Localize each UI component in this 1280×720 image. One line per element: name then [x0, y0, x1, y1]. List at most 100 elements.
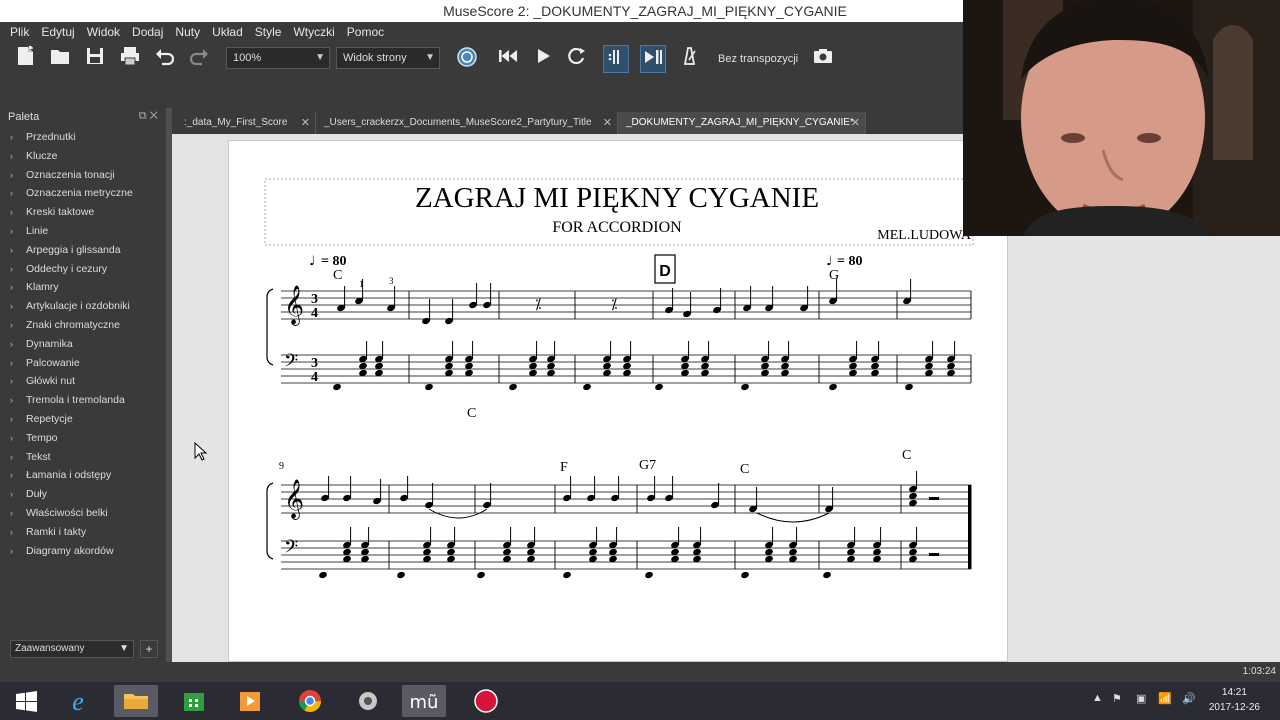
palette-item[interactable]: › Linie: [10, 222, 160, 241]
chord-symbol[interactable]: F: [560, 460, 568, 475]
chevron-right-icon: ›: [10, 132, 13, 142]
tray-expand-icon[interactable]: ▲: [1092, 692, 1103, 704]
score-page[interactable]: ZAGRAJ MI PIĘKNY CYGANIE FOR ACCORDION M…: [228, 140, 1008, 662]
menu-style[interactable]: Style: [249, 25, 288, 39]
windows-start-icon[interactable]: [4, 685, 48, 717]
chord-symbol[interactable]: C: [740, 462, 749, 477]
undo-icon[interactable]: [152, 45, 178, 73]
open-file-icon[interactable]: [47, 45, 73, 73]
transpose-label[interactable]: Bez transpozycji: [718, 53, 798, 65]
print-icon[interactable]: [117, 45, 143, 73]
midi-input-icon[interactable]: [454, 45, 480, 73]
score-subtitle[interactable]: FOR ACCORDION: [552, 219, 682, 236]
palette-item[interactable]: › Przednutki: [10, 128, 160, 147]
redo-icon[interactable]: [186, 45, 212, 73]
palette-item[interactable]: › Repetycje: [10, 410, 160, 429]
palette-item[interactable]: › Tremola i tremolanda: [10, 391, 160, 410]
chord-symbol[interactable]: C: [333, 268, 342, 283]
chevron-right-icon: ›: [10, 244, 13, 255]
palette-item[interactable]: › Oddechy i cezury: [10, 260, 160, 279]
rewind-icon[interactable]: [495, 45, 521, 73]
new-file-icon[interactable]: [12, 45, 38, 73]
palette-item[interactable]: › Ramki i takty: [10, 523, 160, 542]
palette-window-icons[interactable]: ⧉ ✕: [139, 110, 158, 123]
palette-item[interactable]: › Właściwości belki: [10, 504, 160, 523]
fingering[interactable]: 3: [389, 276, 394, 286]
score-composer[interactable]: MEL.LUDOWA: [877, 228, 972, 243]
chrome-icon[interactable]: [288, 685, 332, 717]
tempo-marking[interactable]: = 80: [837, 254, 862, 269]
treble-staff[interactable]: 𝄞 34⁒ ⁒: [266, 279, 972, 366]
palette-item[interactable]: › Tempo: [10, 429, 160, 448]
notehead: [509, 383, 517, 391]
menu-pomoc[interactable]: Pomoc: [341, 25, 390, 39]
close-icon[interactable]: ✕: [301, 112, 310, 134]
save-icon[interactable]: [82, 45, 108, 73]
taskbar-clock[interactable]: 14:21 2017-12-26: [1209, 685, 1260, 715]
palette-list: › Przednutki › Klucze › Oznaczenia tonacji › Oz…: [10, 128, 160, 560]
chevron-right-icon: ›: [10, 432, 13, 443]
palette-item[interactable]: › Duły: [10, 485, 160, 504]
loop-icon[interactable]: [564, 45, 590, 73]
palette-item[interactable]: › Tekst: [10, 448, 160, 467]
palette-add-button[interactable]: +: [140, 640, 158, 658]
bass-staff[interactable]: 𝄢: [281, 527, 972, 579]
pan-score-icon[interactable]: [640, 45, 666, 73]
palette-item[interactable]: › Główki nut: [10, 372, 160, 391]
palette-item[interactable]: › Łamania i odstępy: [10, 466, 160, 485]
menu-dodaj[interactable]: Dodaj: [126, 25, 169, 39]
metronome-icon[interactable]: [676, 45, 702, 73]
palette-item[interactable]: › Artykulacje i ozdobniki: [10, 297, 160, 316]
close-icon[interactable]: ✕: [603, 112, 612, 134]
zoom-select[interactable]: 100% ▼: [226, 47, 330, 69]
palette-item[interactable]: › Diagramy akordów: [10, 542, 160, 561]
chevron-right-icon: ›: [10, 301, 13, 312]
bass-clef-icon: 𝄢: [284, 537, 298, 562]
palette-item[interactable]: › Znaki chromatyczne: [10, 316, 160, 335]
tab-zagraj-mi[interactable]: _DOKUMENTY_ZAGRAJ_MI_PIĘKNY_CYGANIE* ✕: [618, 112, 866, 134]
palette-item[interactable]: › Klamry: [10, 278, 160, 297]
bass-staff[interactable]: 𝄢 34: [281, 341, 972, 391]
palette-item[interactable]: › Arpeggia i glissanda: [10, 241, 160, 260]
volume-icon[interactable]: 🔊: [1182, 692, 1196, 705]
score-notation[interactable]: ZAGRAJ MI PIĘKNY CYGANIE FOR ACCORDION M…: [229, 141, 1009, 663]
palette-item[interactable]: › Palcowanie: [10, 354, 160, 373]
tempo-marking[interactable]: = 80: [321, 254, 346, 269]
menu-edytuj[interactable]: Edytuj: [35, 25, 80, 39]
play-icon[interactable]: [530, 45, 556, 73]
chord-symbol[interactable]: C: [902, 448, 911, 463]
palette-item-label: Główki nut: [26, 375, 76, 388]
app-gear-icon[interactable]: [346, 685, 390, 717]
flag-icon[interactable]: ⚑: [1112, 692, 1122, 705]
store-icon[interactable]: [172, 685, 216, 717]
palette-item[interactable]: › Kreski taktowe: [10, 203, 160, 222]
palette-item[interactable]: › Oznaczenia tonacji: [10, 166, 160, 185]
menu-widok[interactable]: Widok: [81, 25, 126, 39]
camera-icon[interactable]: [810, 45, 836, 73]
score-title[interactable]: ZAGRAJ MI PIĘKNY CYGANIE: [415, 182, 819, 214]
chord-symbol[interactable]: C: [467, 406, 476, 421]
recorder-icon[interactable]: [464, 685, 508, 717]
palette-item[interactable]: › Klucze: [10, 147, 160, 166]
chord-symbol[interactable]: G7: [639, 458, 656, 473]
palette-item[interactable]: › Oznaczenia metryczne: [10, 184, 160, 203]
menu-nuty[interactable]: Nuty: [169, 25, 206, 39]
tab-my-first-score[interactable]: :_data_My_First_Score ✕: [176, 112, 316, 134]
menu-wtyczki[interactable]: Wtyczki: [287, 25, 340, 39]
musescore-icon[interactable]: mũ: [402, 685, 446, 717]
treble-staff[interactable]: 𝄞: [266, 471, 972, 569]
network-icon[interactable]: 📶: [1158, 692, 1172, 705]
repeat-playback-icon[interactable]: [603, 45, 629, 73]
file-explorer-icon[interactable]: [114, 685, 158, 717]
chord-symbol[interactable]: G: [829, 268, 839, 283]
tab-title-score[interactable]: _Users_crackerzx_Documents_MuseScore2_Pa…: [316, 112, 618, 134]
view-mode-select[interactable]: Widok strony ▼: [336, 47, 440, 69]
video-app-icon[interactable]: [228, 685, 272, 717]
close-icon[interactable]: ✕: [851, 112, 860, 134]
menu-plik[interactable]: Plik: [4, 25, 35, 39]
device-icon[interactable]: ▣: [1136, 692, 1146, 705]
palette-mode-select[interactable]: Zaawansowany ▼: [10, 640, 134, 658]
internet-explorer-icon[interactable]: e: [56, 685, 100, 717]
menu-uklad[interactable]: Układ: [206, 25, 249, 39]
palette-item[interactable]: › Dynamika: [10, 335, 160, 354]
